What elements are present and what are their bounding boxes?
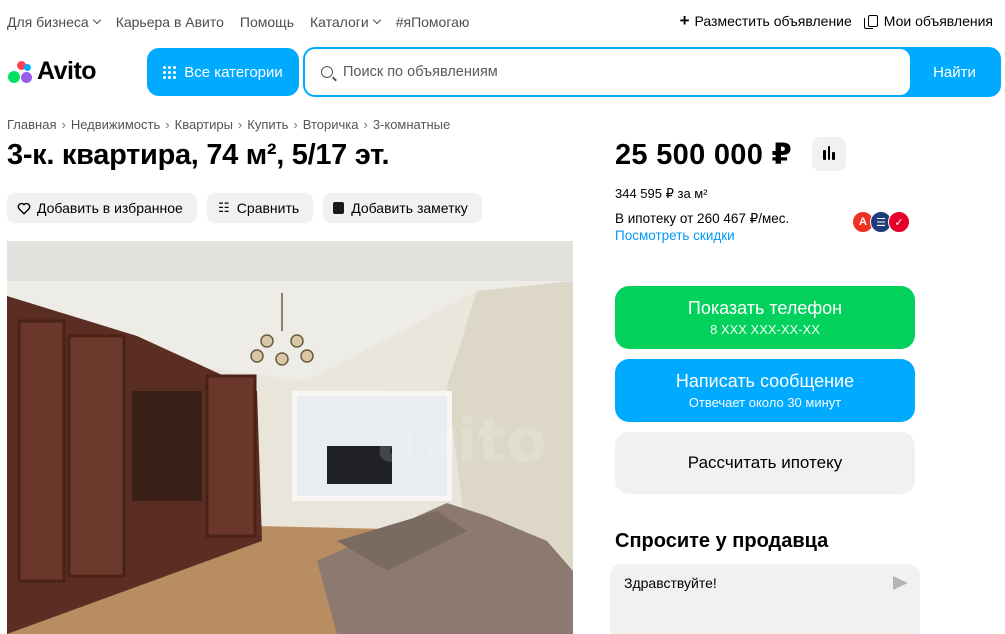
calculate-mortgage-label: Рассчитать ипотеку [687,453,843,472]
breadcrumb-item[interactable]: Вторичка [303,117,359,132]
top-bar: Для бизнеса Карьера в Авито Помощь Катал… [0,0,1005,44]
show-phone-button[interactable]: Показать телефон 8 XXX XXX-XX-XX [615,286,915,349]
write-message-button[interactable]: Написать сообщение Отвечает около 30 мин… [615,359,915,422]
chevron-right-icon: › [293,117,298,132]
logo-text: Avito [37,57,97,85]
grid-icon [163,65,177,79]
apartment-photo-image: avito [7,241,573,634]
ask-seller-box [610,564,920,634]
chevron-right-icon: › [363,117,368,132]
heart-icon [17,202,31,214]
search-input[interactable] [343,64,903,80]
breadcrumb-item[interactable]: Недвижимость [71,117,160,132]
chevron-down-icon [92,15,101,25]
ask-seller-input[interactable] [624,575,874,591]
search-button[interactable]: Найти [910,49,999,95]
chevron-right-icon: › [61,117,66,132]
topnav-business-label: Для бизнеса [7,14,89,30]
bar-chart-icon [823,150,826,160]
topnav-catalogs[interactable]: Каталоги [310,14,381,30]
documents-icon [863,15,878,29]
listing-title: 3-к. квартира, 74 м², 5/17 эт. [7,139,390,171]
my-ads-link[interactable]: Мои объявления [863,13,993,29]
add-to-favorites-button[interactable]: Добавить в избранное [7,193,197,223]
breadcrumb: Главная › Недвижимость › Квартиры › Купить ›… [7,117,450,132]
all-categories-button[interactable]: Все категории [147,48,299,96]
bank-icon: ✓ [888,211,910,233]
all-categories-label: Все категории [184,63,283,81]
listing-actions: Добавить в избранное ☷ Сравнить Добавить… [7,193,482,223]
post-ad-link[interactable]: + Разместить объявление [679,11,852,30]
ask-seller-title: Спросите у продавца [615,530,829,552]
topnav-help[interactable]: Помощь [240,14,294,30]
mortgage-text: В ипотеку от 260 467 ₽/мес. [615,211,790,226]
topnav-catalogs-label: Каталоги [310,14,369,30]
bank-logos[interactable]: А ☰ ✓ [852,211,910,233]
breadcrumb-item[interactable]: 3-комнатные [373,117,450,132]
top-nav: Для бизнеса Карьера в Авито Помощь Катал… [7,14,469,30]
topnav-business[interactable]: Для бизнеса [7,14,101,30]
search-bar: Найти [303,47,1001,97]
price: 25 500 000 ₽ [615,139,792,171]
chevron-down-icon [372,15,381,25]
bar-chart-icon [827,146,831,160]
svg-text:avito: avito [377,406,547,476]
note-icon [333,202,345,214]
price-history-button[interactable] [812,137,846,171]
breadcrumb-item[interactable]: Купить [247,117,288,132]
breadcrumb-item[interactable]: Квартиры [175,117,233,132]
plus-icon: + [679,11,690,30]
topnav-career[interactable]: Карьера в Авито [116,14,224,30]
post-ad-label: Разместить объявление [694,13,852,29]
topnav-ipomogayu[interactable]: #яПомогаю [396,14,470,30]
top-right-links: + Разместить объявление Мои объявления [679,11,993,30]
show-phone-label: Показать телефон [687,298,843,318]
response-time: Отвечает около 30 минут [688,395,842,410]
compare-button[interactable]: ☷ Сравнить [206,193,314,223]
logo-dots-icon [6,59,34,85]
search-icon [321,66,333,78]
search-field [305,49,910,95]
listing-photo[interactable]: avito [7,241,573,634]
add-to-favorites-label: Добавить в избранное [37,200,183,216]
breadcrumb-item[interactable]: Главная [7,117,56,132]
chevron-right-icon: › [237,117,243,132]
discounts-link[interactable]: Посмотреть скидки [615,228,735,243]
compare-label: Сравнить [236,200,300,216]
bar-chart-icon [832,152,835,160]
write-message-label: Написать сообщение [675,371,855,391]
calculate-mortgage-button[interactable]: Рассчитать ипотеку [615,432,915,494]
avito-logo[interactable]: Avito [6,57,97,86]
price-per-meter: 344 595 ₽ за м² [615,186,708,201]
my-ads-label: Мои объявления [883,13,993,29]
chevron-right-icon: › [165,117,170,132]
phone-masked: 8 XXX XXX-XX-XX [710,322,820,337]
compare-icon: ☷ [217,200,230,215]
send-icon[interactable] [893,576,908,590]
add-note-label: Добавить заметку [351,200,468,216]
add-note-button[interactable]: Добавить заметку [323,193,482,223]
